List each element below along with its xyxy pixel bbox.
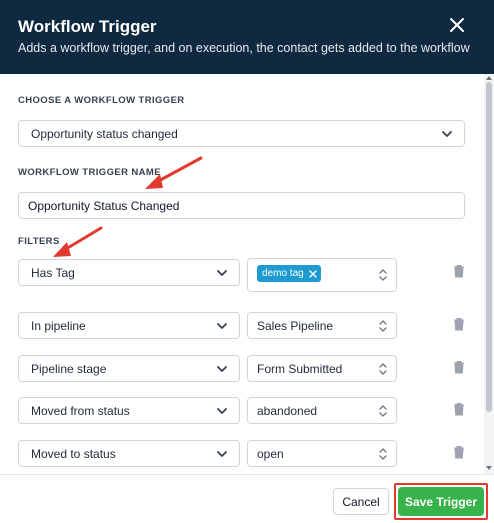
- remove-tag-icon[interactable]: [309, 269, 317, 278]
- filter-tag-multiselect[interactable]: demo tag: [247, 258, 397, 292]
- tag-chip: demo tag: [257, 265, 321, 282]
- trash-icon[interactable]: [453, 402, 465, 416]
- trigger-name-input[interactable]: Opportunity Status Changed: [18, 192, 465, 219]
- filter-field-select[interactable]: Pipeline stage: [18, 355, 240, 382]
- filter-field-value: Pipeline stage: [31, 361, 107, 376]
- chevron-down-icon: [217, 407, 227, 414]
- tag-chip-label: demo tag: [262, 268, 304, 279]
- filter-value-select[interactable]: Sales Pipeline: [247, 312, 397, 339]
- trash-icon[interactable]: [453, 360, 465, 374]
- modal-title: Workflow Trigger: [18, 17, 157, 36]
- filter-value: Sales Pipeline: [257, 318, 334, 333]
- choose-trigger-label: CHOOSE A WORKFLOW TRIGGER: [18, 95, 185, 106]
- scroll-down-icon[interactable]: [486, 465, 492, 471]
- sort-updown-icon: [379, 319, 387, 332]
- chevron-down-icon: [217, 269, 227, 276]
- filter-field-value: Moved from status: [31, 403, 130, 418]
- trash-icon[interactable]: [453, 445, 465, 459]
- filter-value: open: [257, 446, 284, 461]
- scroll-thumb[interactable]: [486, 82, 492, 412]
- sort-updown-icon: [379, 404, 387, 417]
- trigger-name-label: WORKFLOW TRIGGER NAME: [18, 167, 161, 178]
- scrollbar[interactable]: [484, 74, 494, 474]
- trigger-select[interactable]: Opportunity status changed: [18, 120, 465, 147]
- modal-header: Workflow Trigger Adds a workflow trigger…: [0, 0, 494, 74]
- chevron-down-icon: [217, 322, 227, 329]
- filter-field-select[interactable]: Moved to status: [18, 440, 240, 467]
- filter-field-select[interactable]: In pipeline: [18, 312, 240, 339]
- sort-updown-icon: [379, 362, 387, 375]
- save-trigger-button[interactable]: Save Trigger: [398, 487, 484, 516]
- modal-footer: Cancel Save Trigger: [0, 474, 494, 523]
- filter-value: abandoned: [257, 403, 318, 418]
- filter-value-select[interactable]: Form Submitted: [247, 355, 397, 382]
- close-icon[interactable]: [448, 16, 466, 34]
- filter-value-select[interactable]: open: [247, 440, 397, 467]
- trash-icon[interactable]: [453, 317, 465, 331]
- chevron-down-icon: [442, 130, 452, 137]
- filter-value-select[interactable]: abandoned: [247, 397, 397, 424]
- sort-updown-icon: [379, 447, 387, 460]
- trigger-name-value: Opportunity Status Changed: [28, 198, 180, 213]
- filters-label: FILTERS: [18, 236, 60, 247]
- scroll-up-icon[interactable]: [486, 75, 492, 81]
- filter-field-select[interactable]: Has Tag: [18, 259, 240, 286]
- modal-body: CHOOSE A WORKFLOW TRIGGER Opportunity st…: [0, 74, 494, 474]
- chevron-down-icon: [217, 365, 227, 372]
- filter-field-value: Moved to status: [31, 446, 116, 461]
- filter-field-value: In pipeline: [31, 318, 86, 333]
- filter-field-select[interactable]: Moved from status: [18, 397, 240, 424]
- filter-field-value: Has Tag: [31, 265, 75, 280]
- chevron-down-icon: [217, 450, 227, 457]
- trigger-select-value: Opportunity status changed: [31, 126, 178, 141]
- trash-icon[interactable]: [453, 264, 465, 278]
- sort-updown-icon: [379, 269, 387, 281]
- cancel-button[interactable]: Cancel: [333, 488, 389, 515]
- modal-subtitle: Adds a workflow trigger, and on executio…: [18, 41, 470, 55]
- filter-value: Form Submitted: [257, 361, 343, 376]
